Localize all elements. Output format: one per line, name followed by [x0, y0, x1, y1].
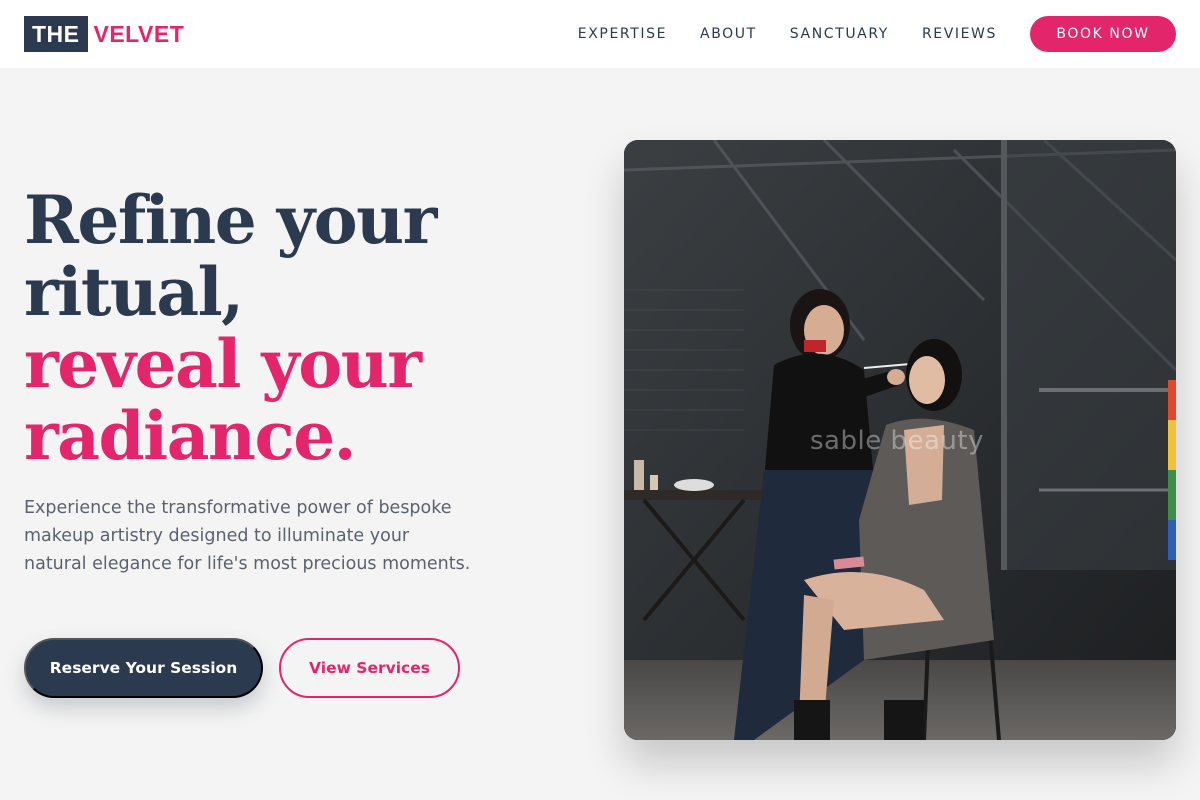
hero-title-line-4: radiance. [24, 397, 357, 475]
hero-title: Refine your ritual, reveal your radiance… [24, 184, 544, 472]
brand-logo[interactable]: THE VELVET [24, 16, 184, 52]
hero-photo: sable beauty [624, 140, 1176, 740]
hero-title-line-1: Refine your [24, 181, 437, 259]
image-watermark: sable beauty [810, 426, 984, 456]
hero-title-line-3: reveal your [24, 325, 422, 403]
nav-link-about[interactable]: ABOUT [700, 26, 757, 42]
reserve-session-button[interactable]: Reserve Your Session [24, 638, 263, 698]
logo-velvet-text: VELVET [93, 21, 185, 47]
nav-links: EXPERTISE ABOUT SANCTUARY REVIEWS BOOK N… [578, 16, 1176, 52]
top-nav: THE VELVET EXPERTISE ABOUT SANCTUARY REV… [0, 0, 1200, 68]
nav-link-sanctuary[interactable]: SANCTUARY [790, 26, 889, 42]
book-now-button[interactable]: BOOK NOW [1030, 16, 1176, 52]
nav-link-reviews[interactable]: REVIEWS [922, 26, 997, 42]
nav-link-expertise[interactable]: EXPERTISE [578, 26, 667, 42]
logo-the-text: THE [24, 16, 88, 52]
hero-title-line-2: ritual, [24, 253, 244, 331]
hero-description: Experience the transformative power of b… [24, 498, 471, 574]
view-services-button[interactable]: View Services [279, 638, 460, 698]
